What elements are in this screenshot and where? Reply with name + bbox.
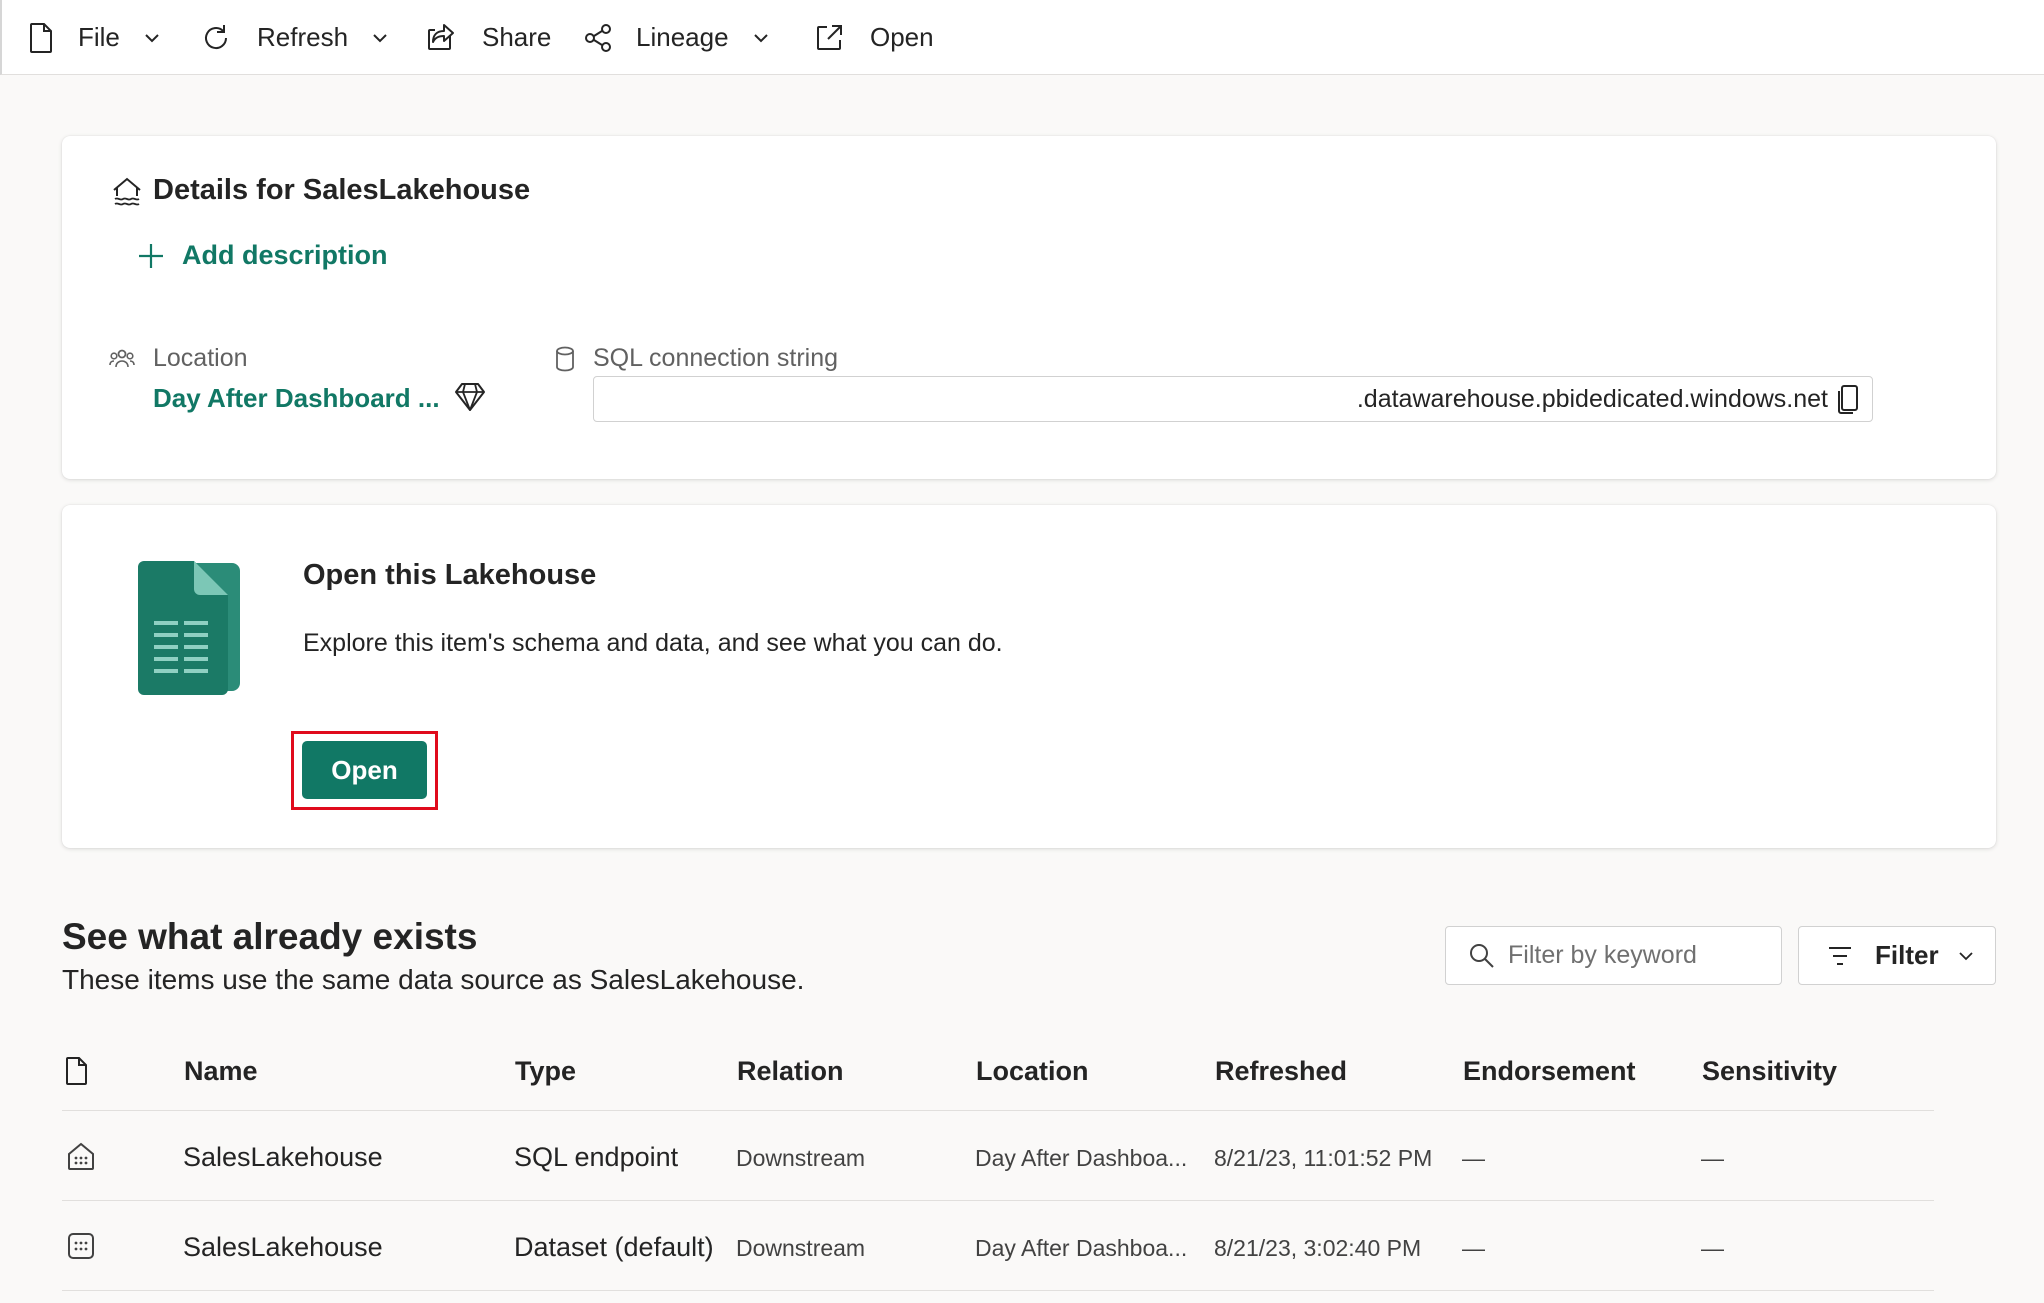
open-card-title: Open this Lakehouse bbox=[303, 559, 597, 591]
sql-connection-label: SQL connection string bbox=[593, 344, 839, 372]
workspace-icon bbox=[108, 345, 136, 373]
column-header-sensitivity[interactable]: Sensitivity bbox=[1702, 1056, 1837, 1087]
column-header-relation[interactable]: Relation bbox=[737, 1056, 844, 1087]
filter-button[interactable]: Filter bbox=[1798, 926, 1996, 985]
premium-diamond-icon bbox=[452, 379, 488, 415]
chevron-down-icon bbox=[1957, 947, 1975, 965]
row-sensitivity: — bbox=[1701, 1235, 1724, 1261]
plus-icon bbox=[136, 241, 166, 271]
file-icon bbox=[24, 21, 58, 55]
row-location[interactable]: Day After Dashboa... bbox=[975, 1145, 1187, 1172]
sql-connection-field[interactable]: .datawarehouse.pbidedicated.windows.net bbox=[593, 376, 1873, 422]
refresh-icon bbox=[199, 21, 233, 55]
lineage-button[interactable]: Lineage bbox=[582, 0, 771, 75]
share-label: Share bbox=[482, 22, 552, 52]
share-icon bbox=[424, 21, 458, 55]
filter-lines-icon bbox=[1827, 945, 1853, 967]
location-label: Location bbox=[153, 344, 248, 372]
column-header-type[interactable]: Type bbox=[515, 1056, 576, 1087]
row-refreshed: 8/21/23, 11:01:52 PM bbox=[1214, 1145, 1433, 1171]
open-lakehouse-card: Open this Lakehouse Explore this item's … bbox=[62, 505, 1996, 848]
section-subtitle: These items use the same data source as … bbox=[62, 964, 805, 995]
row-relation: Downstream bbox=[736, 1145, 866, 1171]
column-header-location[interactable]: Location bbox=[976, 1056, 1089, 1087]
details-card: Details for SalesLakehouse Add descripti… bbox=[62, 136, 1996, 479]
lineage-icon bbox=[582, 21, 616, 55]
open-lakehouse-button[interactable]: Open bbox=[302, 741, 427, 799]
sql-endpoint-icon bbox=[66, 1140, 96, 1172]
location-link[interactable]: Day After Dashboard ... bbox=[153, 383, 440, 414]
share-button[interactable]: Share bbox=[424, 0, 551, 75]
row-name[interactable]: SalesLakehouse bbox=[183, 1142, 383, 1173]
open-label: Open bbox=[870, 22, 934, 52]
add-description-label: Add description bbox=[182, 240, 388, 270]
dataset-icon bbox=[66, 1231, 96, 1261]
details-title: Details for SalesLakehouse bbox=[153, 174, 531, 206]
chevron-down-icon bbox=[729, 28, 771, 48]
refresh-label: Refresh bbox=[257, 22, 349, 52]
column-header-name[interactable]: Name bbox=[184, 1056, 258, 1087]
column-header-refreshed[interactable]: Refreshed bbox=[1215, 1056, 1347, 1087]
lakehouse-document-icon bbox=[130, 557, 246, 699]
row-relation: Downstream bbox=[736, 1235, 866, 1261]
open-toolbar-button[interactable]: Open bbox=[812, 0, 934, 75]
add-description-button[interactable]: Add description bbox=[136, 240, 388, 271]
copy-icon[interactable] bbox=[1836, 383, 1862, 415]
lineage-label: Lineage bbox=[636, 22, 729, 52]
open-card-description: Explore this item's schema and data, and… bbox=[303, 629, 1003, 657]
table-divider bbox=[62, 1200, 1934, 1201]
row-type: SQL endpoint bbox=[514, 1142, 679, 1172]
filter-search-box[interactable] bbox=[1445, 926, 1782, 985]
database-icon bbox=[552, 345, 578, 373]
lakehouse-icon bbox=[110, 174, 144, 208]
row-refreshed: 8/21/23, 3:02:40 PM bbox=[1214, 1235, 1422, 1261]
row-location[interactable]: Day After Dashboa... bbox=[975, 1235, 1187, 1262]
row-name[interactable]: SalesLakehouse bbox=[183, 1232, 383, 1263]
file-menu-button[interactable]: File bbox=[24, 0, 162, 75]
row-sensitivity: — bbox=[1701, 1145, 1724, 1171]
chevron-down-icon bbox=[120, 28, 162, 48]
chevron-down-icon bbox=[348, 28, 390, 48]
search-icon bbox=[1468, 942, 1496, 970]
column-header-endorsement[interactable]: Endorsement bbox=[1463, 1056, 1636, 1087]
open-external-icon bbox=[812, 21, 846, 55]
table-divider bbox=[62, 1110, 1934, 1111]
table-divider bbox=[62, 1290, 1934, 1291]
toolbar: File Refresh Share Lineage Open bbox=[0, 0, 2044, 75]
refresh-button[interactable]: Refresh bbox=[199, 0, 390, 75]
filter-label: Filter bbox=[1875, 940, 1939, 970]
item-type-column-icon bbox=[64, 1056, 90, 1086]
section-title: See what already exists bbox=[62, 916, 478, 957]
filter-keyword-input[interactable] bbox=[1508, 941, 1758, 970]
file-label: File bbox=[78, 22, 120, 52]
row-endorsement: — bbox=[1462, 1235, 1485, 1261]
sql-connection-value: .datawarehouse.pbidedicated.windows.net bbox=[1356, 384, 1828, 413]
row-endorsement: — bbox=[1462, 1145, 1485, 1171]
row-type: Dataset (default) bbox=[514, 1232, 714, 1262]
